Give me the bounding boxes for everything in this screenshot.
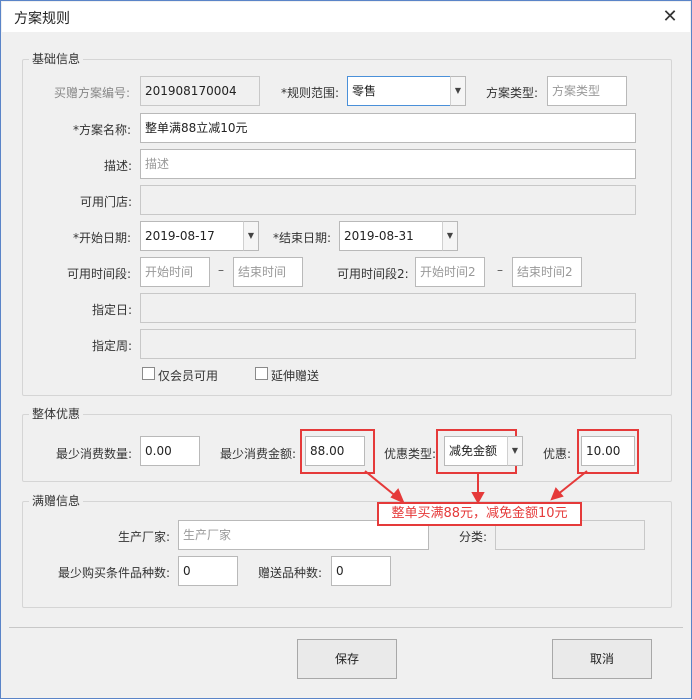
description-field[interactable]: 描述: [140, 149, 636, 179]
member-only-checkbox[interactable]: [142, 367, 155, 380]
title-bar: 方案规则 ✕: [2, 2, 690, 32]
gift-kinds-field[interactable]: 0: [331, 556, 391, 586]
save-button[interactable]: 保存: [297, 639, 397, 679]
plan-type-label: 方案类型:: [486, 86, 539, 100]
time-range-start-field[interactable]: 开始时间: [140, 257, 210, 287]
discount-type-select[interactable]: 减免金额: [444, 436, 508, 466]
footer-separator: [9, 627, 683, 628]
min-amount-label: 最少消费金额:: [220, 447, 297, 461]
stores-field[interactable]: [140, 185, 636, 215]
min-kinds-field[interactable]: 0: [178, 556, 238, 586]
time-range-end-field[interactable]: 结束时间: [233, 257, 303, 287]
time-range-dash: –: [218, 263, 224, 277]
stores-label: 可用门店:: [80, 195, 133, 209]
start-date-field[interactable]: 2019-08-17: [140, 221, 244, 251]
discount-type-label: 优惠类型:: [384, 447, 437, 461]
close-icon[interactable]: ✕: [658, 6, 682, 28]
plan-type-field[interactable]: 方案类型: [547, 76, 627, 106]
plan-code-field: 201908170004: [140, 76, 260, 106]
discount-label: 优惠:: [543, 447, 572, 461]
time-range2-start-field[interactable]: 开始时间2: [415, 257, 485, 287]
extend-gift-checkbox[interactable]: [255, 367, 268, 380]
plan-code-label: 买赠方案编号:: [54, 86, 131, 100]
category-label: 分类:: [459, 530, 488, 544]
plan-name-field[interactable]: 整单满88立减10元: [140, 113, 636, 143]
scope-select[interactable]: 零售: [347, 76, 451, 106]
end-date-field[interactable]: 2019-08-31: [339, 221, 443, 251]
day-label: 指定日:: [92, 303, 133, 317]
gift-info-title: 满赠信息: [29, 492, 84, 509]
min-kinds-label: 最少购买条件品种数:: [58, 566, 171, 580]
annotation-callout: 整单买满88元，减免金额10元: [377, 502, 582, 526]
min-qty-label: 最少消费数量:: [56, 447, 133, 461]
member-only-label: 仅会员可用: [158, 369, 219, 383]
time-range-label: 可用时间段:: [67, 267, 132, 281]
cancel-button[interactable]: 取消: [552, 639, 652, 679]
min-qty-field[interactable]: 0.00: [140, 436, 200, 466]
week-label: 指定周:: [92, 339, 133, 353]
time-range2-dash: –: [497, 263, 503, 277]
end-date-dropdown-icon[interactable]: ▼: [442, 221, 458, 251]
day-field[interactable]: [140, 293, 636, 323]
time-range2-label: 可用时间段2:: [337, 267, 409, 281]
basic-info-title: 基础信息: [29, 50, 84, 67]
description-label: 描述:: [104, 159, 133, 173]
dialog-title: 方案规则: [14, 11, 70, 27]
plan-name-label: *方案名称:: [73, 123, 132, 137]
rule-dialog: 方案规则 ✕ 基础信息 买赠方案编号: 201908170004 *规则范围: …: [0, 0, 692, 699]
manufacturer-label: 生产厂家:: [118, 530, 171, 544]
time-range2-end-field[interactable]: 结束时间2: [512, 257, 582, 287]
start-date-dropdown-icon[interactable]: ▼: [243, 221, 259, 251]
scope-dropdown-icon[interactable]: ▼: [450, 76, 466, 106]
gift-kinds-label: 赠送品种数:: [258, 566, 323, 580]
week-field[interactable]: [140, 329, 636, 359]
end-date-label: *结束日期:: [273, 231, 332, 245]
discount-type-dropdown-icon[interactable]: ▼: [507, 436, 523, 466]
start-date-label: *开始日期:: [73, 231, 132, 245]
discount-field[interactable]: 10.00: [581, 436, 635, 466]
min-amount-field[interactable]: 88.00: [305, 436, 365, 466]
extend-gift-label: 延伸赠送: [271, 369, 320, 383]
scope-label: *规则范围:: [281, 86, 340, 100]
overall-discount-title: 整体优惠: [29, 405, 84, 422]
